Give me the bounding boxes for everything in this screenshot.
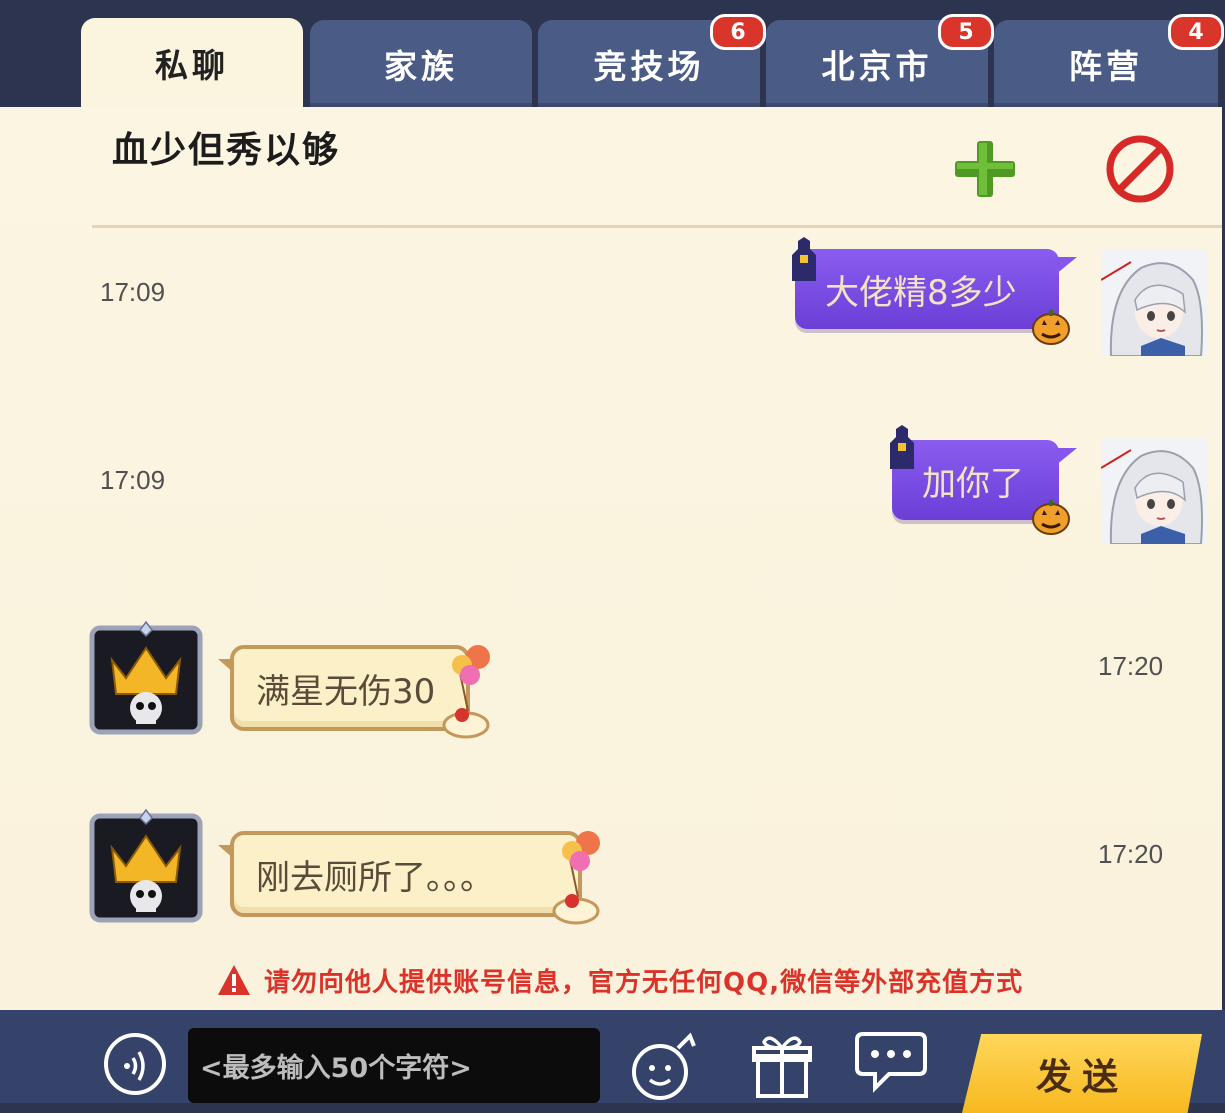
avatar[interactable] <box>1101 250 1207 356</box>
avatar-skull-crown[interactable] <box>86 620 206 738</box>
chat-panel[interactable]: 血少但秀以够 17:09 大佬精8多少 17:09 加你了 满星无伤30 17:… <box>0 107 1222 1010</box>
header-divider <box>92 225 1222 228</box>
input-placeholder: <最多输入50个字符> <box>200 1053 472 1084</box>
chat-partner-name: 血少但秀以够 <box>112 129 341 171</box>
message-time: 17:20 <box>1098 839 1164 869</box>
gift-icon[interactable] <box>752 1028 812 1100</box>
avatar-skull-crown[interactable] <box>86 808 206 926</box>
pumpkin-icon <box>1032 310 1070 345</box>
message-bubble[interactable]: 满星无伤30 <box>218 645 470 731</box>
balloon-cake-icon <box>552 831 600 925</box>
message-bubble[interactable]: 大佬精8多少 <box>795 249 1077 329</box>
send-label: 发送 <box>1035 1056 1128 1098</box>
warning-text: 请勿向他人提供账号信息，官方无任何QQ,微信等外部充值方式 <box>264 967 1024 998</box>
balloon-cake-icon <box>442 645 490 739</box>
bat-castle-icon <box>792 237 816 281</box>
tab-label: 北京市 <box>821 46 933 86</box>
channel-tab-bar: 私聊 家族 竞技场 6 北京市 5 阵营 4 <box>0 0 1225 107</box>
tab-label: 家族 <box>384 46 458 86</box>
message-time: 17:09 <box>100 465 166 495</box>
avatar[interactable] <box>1101 438 1207 544</box>
tab-label: 阵营 <box>1069 46 1143 86</box>
block-icon[interactable] <box>1104 133 1176 205</box>
unread-badge: 6 <box>710 14 766 50</box>
tab-city[interactable]: 北京市 5 <box>766 14 994 107</box>
message-text: 加你了 <box>922 463 1024 504</box>
avatar-white-hair-girl <box>1101 438 1207 544</box>
tab-faction[interactable]: 阵营 4 <box>994 14 1224 107</box>
message-bubble[interactable]: 刚去厕所了。。。 <box>218 831 582 917</box>
input-bar: <最多输入50个字符> 发送 <box>0 1010 1225 1113</box>
security-warning: 请勿向他人提供账号信息，官方无任何QQ,微信等外部充值方式 <box>216 960 1023 1000</box>
message-text: 大佬精8多少 <box>825 272 1017 313</box>
message-input[interactable]: <最多输入50个字符> <box>188 1028 600 1103</box>
tab-label: 竞技场 <box>593 46 705 86</box>
message-text: 刚去厕所了。。。 <box>256 857 494 898</box>
send-button[interactable]: 发送 <box>962 1034 1202 1113</box>
warning-icon <box>218 965 250 995</box>
plus-icon[interactable] <box>952 139 1018 199</box>
message-text: 满星无伤30 <box>256 671 436 712</box>
tab-private-chat[interactable]: 私聊 <box>81 18 303 107</box>
quick-chat-icon[interactable] <box>855 1028 927 1094</box>
unread-badge: 4 <box>1168 14 1224 50</box>
unread-badge: 5 <box>938 14 994 50</box>
message-time: 17:09 <box>100 277 166 307</box>
avatar-white-hair-girl <box>1101 250 1207 356</box>
pumpkin-icon <box>1032 500 1070 535</box>
tab-arena[interactable]: 竞技场 6 <box>538 14 766 107</box>
emoji-icon[interactable] <box>628 1030 700 1102</box>
tab-label: 私聊 <box>155 45 229 85</box>
voice-icon[interactable] <box>103 1032 167 1096</box>
tab-family[interactable]: 家族 <box>310 20 532 107</box>
bat-castle-icon <box>890 425 914 469</box>
message-time: 17:20 <box>1098 651 1164 681</box>
